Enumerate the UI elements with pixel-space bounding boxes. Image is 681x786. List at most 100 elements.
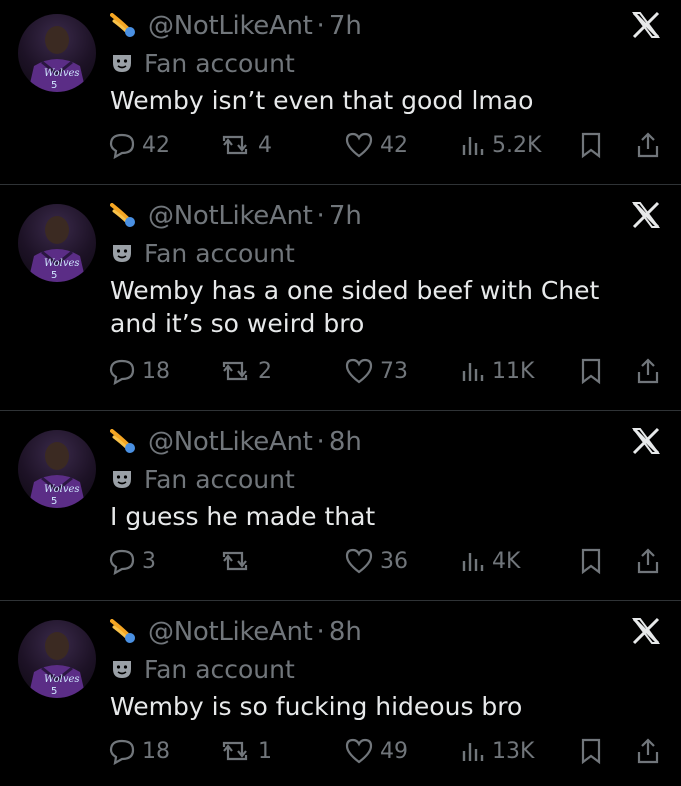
views-bar-icon bbox=[462, 553, 484, 571]
like-count: 36 bbox=[380, 548, 408, 574]
tweet-time[interactable]: 7h bbox=[329, 201, 362, 231]
reply-count: 18 bbox=[142, 738, 170, 764]
separator-dot: · bbox=[316, 617, 325, 647]
views-count: 11K bbox=[492, 358, 535, 384]
repost-icon bbox=[222, 135, 248, 155]
share-button[interactable] bbox=[634, 734, 668, 768]
x-logo-icon[interactable] bbox=[631, 426, 661, 456]
comet-emoji-icon bbox=[110, 13, 135, 37]
reply-button[interactable]: 18 bbox=[108, 734, 170, 768]
share-button[interactable] bbox=[634, 544, 668, 578]
like-button[interactable]: 42 bbox=[344, 128, 408, 162]
share-icon bbox=[637, 738, 659, 764]
reply-button[interactable]: 42 bbox=[108, 128, 170, 162]
bookmark-icon bbox=[581, 358, 601, 385]
divider bbox=[0, 184, 681, 185]
heart-icon bbox=[345, 548, 373, 574]
avatar-jersey-text: Wolves bbox=[44, 258, 80, 269]
avatar[interactable]: Wolves 5 bbox=[18, 204, 96, 282]
avatar-jersey-number: 5 bbox=[51, 270, 57, 281]
comet-emoji-icon bbox=[110, 203, 135, 227]
like-count: 42 bbox=[380, 132, 408, 158]
views-count: 4K bbox=[492, 548, 521, 574]
bookmark-button[interactable] bbox=[578, 128, 610, 162]
bookmark-button[interactable] bbox=[578, 354, 610, 388]
bookmark-button[interactable] bbox=[578, 544, 610, 578]
x-logo-icon[interactable] bbox=[631, 616, 661, 646]
views-button[interactable]: 5.2K bbox=[460, 128, 541, 162]
reply-icon bbox=[109, 359, 135, 385]
avatar-jersey-text: Wolves bbox=[44, 674, 80, 685]
fan-badge: Fan account bbox=[110, 464, 295, 494]
tweet-item[interactable]: Wolves 5 @NotLikeAnt · 7h Fan account We… bbox=[0, 0, 681, 184]
repost-count: 4 bbox=[258, 132, 272, 158]
fan-account-label: Fan account bbox=[144, 48, 295, 78]
repost-count: 1 bbox=[258, 738, 272, 764]
tweet-time[interactable]: 7h bbox=[329, 11, 362, 41]
user-handle[interactable]: @NotLikeAnt bbox=[148, 617, 313, 647]
reply-count: 18 bbox=[142, 358, 170, 384]
fan-account-label: Fan account bbox=[144, 464, 295, 494]
x-logo-icon[interactable] bbox=[631, 10, 661, 40]
heart-icon bbox=[345, 132, 373, 158]
reply-count: 3 bbox=[142, 548, 156, 574]
avatar-jersey-number: 5 bbox=[51, 686, 57, 697]
avatar-jersey-text: Wolves bbox=[44, 484, 80, 495]
avatar[interactable]: Wolves 5 bbox=[18, 430, 96, 508]
performing-arts-mask-icon bbox=[113, 55, 131, 72]
views-bar-icon bbox=[462, 363, 484, 381]
repost-icon bbox=[222, 551, 248, 571]
tweet-item[interactable]: Wolves 5 @NotLikeAnt · 8h Fan account bbox=[0, 606, 681, 786]
separator-dot: · bbox=[316, 201, 325, 231]
fan-badge: Fan account bbox=[110, 654, 295, 684]
fan-badge: Fan account bbox=[110, 48, 295, 78]
bookmark-icon bbox=[581, 548, 601, 575]
like-button[interactable]: 49 bbox=[344, 734, 408, 768]
tweet-actions: 18 2 73 11K bbox=[108, 354, 668, 388]
user-handle[interactable]: @NotLikeAnt bbox=[148, 427, 313, 457]
tweet-actions: 42 4 42 5.2K bbox=[108, 128, 668, 162]
share-button[interactable] bbox=[634, 354, 668, 388]
performing-arts-mask-icon bbox=[113, 245, 131, 262]
heart-icon bbox=[345, 738, 373, 764]
tweet-item[interactable]: Wolves 5 @NotLikeAnt · 8h Fan account bbox=[0, 416, 681, 600]
views-button[interactable]: 4K bbox=[460, 544, 520, 578]
repost-button[interactable]: 4 bbox=[218, 128, 272, 162]
like-count: 73 bbox=[380, 358, 408, 384]
tweet-header: @NotLikeAnt · 8h bbox=[110, 616, 362, 648]
bookmark-button[interactable] bbox=[578, 734, 610, 768]
reply-button[interactable]: 3 bbox=[108, 544, 156, 578]
comet-emoji-icon bbox=[110, 619, 135, 643]
avatar[interactable]: Wolves 5 bbox=[18, 14, 96, 92]
like-button[interactable]: 73 bbox=[344, 354, 408, 388]
fan-account-label: Fan account bbox=[144, 654, 295, 684]
tweet-time[interactable]: 8h bbox=[329, 427, 362, 457]
views-count: 5.2K bbox=[492, 132, 542, 158]
x-logo-icon[interactable] bbox=[631, 200, 661, 230]
avatar[interactable]: Wolves 5 bbox=[18, 620, 96, 698]
views-count: 13K bbox=[492, 738, 535, 764]
like-button[interactable]: 36 bbox=[344, 544, 408, 578]
views-button[interactable]: 11K bbox=[460, 354, 534, 388]
share-button[interactable] bbox=[634, 128, 668, 162]
tweet-feed: Wolves 5 @NotLikeAnt · 7h Fan account We… bbox=[0, 0, 681, 786]
performing-arts-mask-icon bbox=[113, 661, 131, 678]
views-button[interactable]: 13K bbox=[460, 734, 534, 768]
user-handle[interactable]: @NotLikeAnt bbox=[148, 201, 313, 231]
fan-badge: Fan account bbox=[110, 238, 295, 268]
tweet-item[interactable]: Wolves 5 @NotLikeAnt · 7h Fan account We… bbox=[0, 190, 681, 410]
separator-dot: · bbox=[316, 427, 325, 457]
reply-icon bbox=[109, 549, 135, 575]
tweet-time[interactable]: 8h bbox=[329, 617, 362, 647]
avatar-jersey-number: 5 bbox=[51, 496, 57, 507]
tweet-header: @NotLikeAnt · 7h bbox=[110, 200, 362, 232]
separator-dot: · bbox=[316, 11, 325, 41]
repost-button[interactable]: 2 bbox=[218, 354, 272, 388]
repost-button[interactable] bbox=[218, 544, 258, 578]
user-handle[interactable]: @NotLikeAnt bbox=[148, 11, 313, 41]
tweet-actions: 3 36 4K bbox=[108, 544, 668, 578]
repost-button[interactable]: 1 bbox=[218, 734, 272, 768]
share-icon bbox=[637, 548, 659, 574]
reply-button[interactable]: 18 bbox=[108, 354, 170, 388]
repost-icon bbox=[222, 361, 248, 381]
